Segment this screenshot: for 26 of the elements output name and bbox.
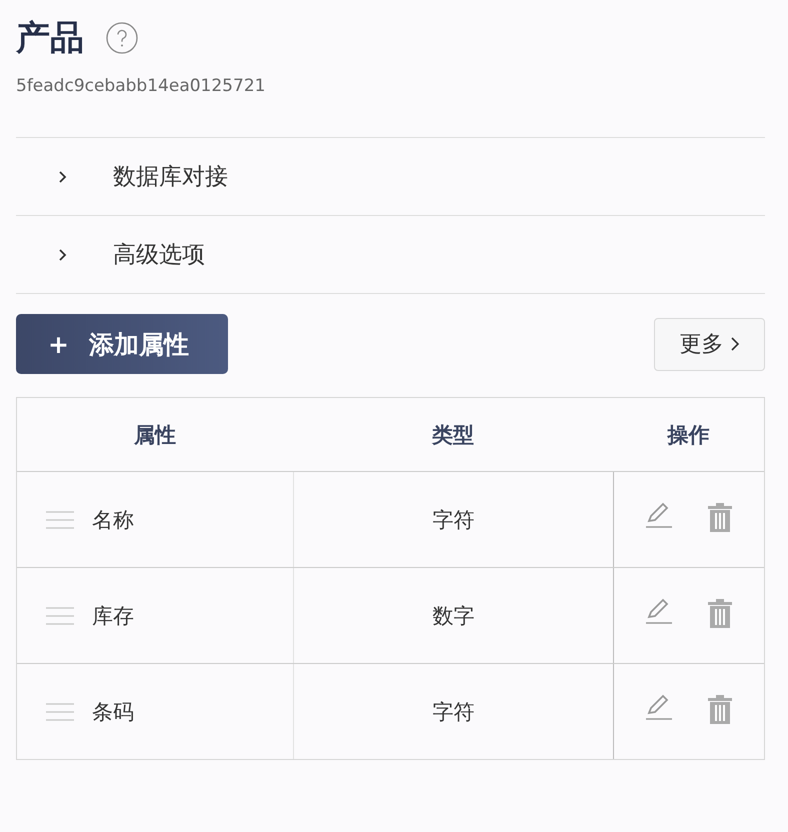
add-property-button[interactable]: + 添加属性 xyxy=(16,314,228,374)
table-cell-text: 条码 xyxy=(92,698,134,726)
table-cell-text: 数字 xyxy=(432,602,474,630)
pencil-icon[interactable] xyxy=(646,598,672,624)
chevron-icon xyxy=(730,336,740,352)
table-cell-text: 字符 xyxy=(432,506,474,534)
column-header: 操作 xyxy=(668,422,710,448)
trash-icon[interactable] xyxy=(708,598,732,628)
page-title: 产品 xyxy=(16,17,84,60)
column-header: 类型 xyxy=(432,422,474,448)
drag-handle-icon[interactable] xyxy=(46,510,74,530)
collapsible-section[interactable]: 高级选项 xyxy=(16,215,765,293)
drag-handle-icon[interactable] xyxy=(46,606,74,626)
collapsible-section[interactable]: 数据库对接 xyxy=(16,137,765,215)
pencil-icon[interactable] xyxy=(646,694,672,720)
table-cell-text: 名称 xyxy=(92,506,134,534)
drag-handle-icon[interactable] xyxy=(46,702,74,722)
help-icon[interactable] xyxy=(106,22,138,54)
pencil-icon[interactable] xyxy=(646,502,672,528)
trash-icon[interactable] xyxy=(708,502,732,532)
table-cell-text: 库存 xyxy=(92,602,134,630)
trash-icon[interactable] xyxy=(708,694,732,724)
table-cell-text: 字符 xyxy=(432,698,474,726)
column-header: 属性 xyxy=(134,422,176,448)
more-button[interactable]: 更多 xyxy=(654,318,765,370)
record-id: 5feadc9cebabb14ea0125721 xyxy=(16,76,266,96)
